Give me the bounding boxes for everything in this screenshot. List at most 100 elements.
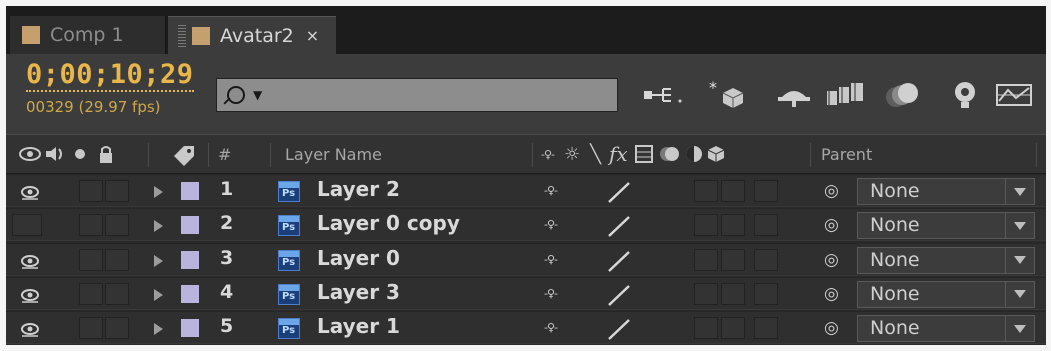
3d-switch[interactable] [754,282,778,305]
lock-toggle[interactable] [105,282,129,305]
parent-column-header[interactable]: Parent [821,135,872,173]
layer-name[interactable]: Layer 0 copy [317,211,460,235]
fx-icon[interactable]: fx [609,142,628,166]
motion-blur-switch[interactable] [694,248,718,271]
av-switches-header[interactable] [18,135,138,173]
layer-row[interactable]: 4 Ps Layer 3 -♀- ◎ None [6,276,1046,310]
shy-switch-icon[interactable]: -♀- [544,184,558,197]
graph-editor-brainstorm-icon[interactable] [949,80,985,110]
quality-switch-icon[interactable] [606,249,632,273]
solo-toggle[interactable] [79,180,103,202]
lock-toggle[interactable] [105,180,129,202]
search-field[interactable]: ▼ [216,78,618,112]
parent-pickwhip-icon[interactable]: ◎ [824,318,839,338]
motion-blur-switch[interactable] [694,180,718,202]
quality-switch-icon[interactable] [606,180,632,204]
adjustment-switch[interactable] [721,214,745,237]
parent-dropdown[interactable]: None [857,246,1035,274]
composition-mini-flowchart-icon[interactable] [643,80,689,110]
motion-blur-switch[interactable] [694,317,718,340]
label-color-swatch[interactable] [181,216,199,235]
chevron-down-icon[interactable] [1005,316,1034,342]
solo-toggle[interactable] [79,282,103,305]
label-color-swatch[interactable] [181,250,199,269]
expand-arrow-icon[interactable] [154,186,163,198]
layer-name-column-header[interactable]: Layer Name [285,135,382,173]
expand-arrow-icon[interactable] [154,254,163,267]
lock-toggle[interactable] [105,248,129,271]
adjustment-icon[interactable] [684,144,704,164]
frame-blend-icon[interactable] [634,144,654,164]
chevron-down-icon[interactable] [1005,247,1034,273]
quality-switch-icon[interactable] [606,214,632,238]
3d-icon[interactable] [706,144,726,164]
3d-switch[interactable] [754,248,778,271]
label-color-swatch[interactable] [181,182,199,200]
parent-dropdown[interactable]: None [857,280,1035,308]
grip-icon[interactable] [178,24,186,47]
parent-pickwhip-icon[interactable]: ◎ [824,181,839,201]
3d-switch[interactable] [754,180,778,202]
eye-icon[interactable] [20,319,40,339]
solo-toggle[interactable] [79,214,103,237]
close-icon[interactable]: × [306,26,319,45]
shy-icon[interactable]: -♀- [541,148,555,161]
motion-blur-switch[interactable] [694,282,718,305]
collapse-icon[interactable]: ☼ [564,144,580,165]
quality-switch-icon[interactable] [606,317,632,341]
visibility-toggle[interactable] [12,214,42,237]
adjustment-switch[interactable] [721,248,745,271]
motion-blur-icon[interactable] [882,80,922,110]
solo-toggle[interactable] [79,317,103,340]
eye-icon[interactable] [20,251,40,271]
tab-comp-1[interactable]: Comp 1 [10,16,166,54]
label-color-swatch[interactable] [181,319,199,338]
adjustment-switch[interactable] [721,180,745,202]
tab-avatar2[interactable]: Avatar2 × [168,16,336,54]
layer-name[interactable]: Layer 0 [317,246,400,270]
layer-row[interactable]: 3 Ps Layer 0 -♀- ◎ None [6,242,1046,276]
eye-icon[interactable] [20,285,40,305]
hide-shy-layers-icon[interactable] [776,80,812,110]
shy-switch-icon[interactable]: -♀- [544,218,558,231]
parent-pickwhip-icon[interactable]: ◎ [824,215,839,235]
layer-name[interactable]: Layer 2 [317,177,400,201]
label-color-swatch[interactable] [181,284,199,303]
parent-dropdown[interactable]: None [857,212,1035,240]
quality-icon[interactable]: ╲ [590,144,601,165]
layer-name[interactable]: Layer 1 [317,314,400,338]
parent-pickwhip-icon[interactable]: ◎ [824,250,839,270]
layer-name[interactable]: Layer 3 [317,280,400,304]
switches-header[interactable]: -♀- ☼ ╲ fx [541,135,726,173]
solo-toggle[interactable] [79,248,103,271]
label-tag-icon[interactable] [170,135,198,173]
chevron-down-icon[interactable] [1005,281,1034,307]
shy-switch-icon[interactable]: -♀- [544,253,558,266]
layer-row[interactable]: 2 Ps Layer 0 copy -♀- ◎ None [6,208,1046,242]
current-time-display[interactable]: 0;00;10;29 [26,60,194,92]
draft-3d-icon[interactable]: * [709,80,749,110]
quality-switch-icon[interactable] [606,283,632,307]
parent-dropdown[interactable]: None [857,315,1035,343]
adjustment-switch[interactable] [721,317,745,340]
motion-blur-switch[interactable] [694,214,718,237]
parent-dropdown[interactable]: None [857,178,1035,205]
chevron-down-icon[interactable] [1005,179,1034,204]
expand-arrow-icon[interactable] [154,288,163,301]
layer-row[interactable]: 1 Ps Layer 2 -♀- ◎ None [6,174,1046,207]
graph-editor-icon[interactable] [994,80,1034,110]
motion-blur-icon[interactable] [658,144,682,164]
number-column-header[interactable]: # [218,135,231,173]
lock-toggle[interactable] [105,317,129,340]
parent-pickwhip-icon[interactable]: ◎ [824,284,839,304]
3d-switch[interactable] [754,214,778,237]
frame-blending-icon[interactable] [823,80,867,110]
adjustment-switch[interactable] [721,282,745,305]
lock-toggle[interactable] [105,214,129,237]
chevron-down-icon[interactable] [1005,213,1034,239]
eye-icon[interactable] [20,182,40,202]
expand-arrow-icon[interactable] [154,220,163,233]
shy-switch-icon[interactable]: -♀- [544,287,558,300]
layer-row[interactable]: 5 Ps Layer 1 -♀- ◎ None [6,311,1046,345]
shy-switch-icon[interactable]: -♀- [544,321,558,334]
